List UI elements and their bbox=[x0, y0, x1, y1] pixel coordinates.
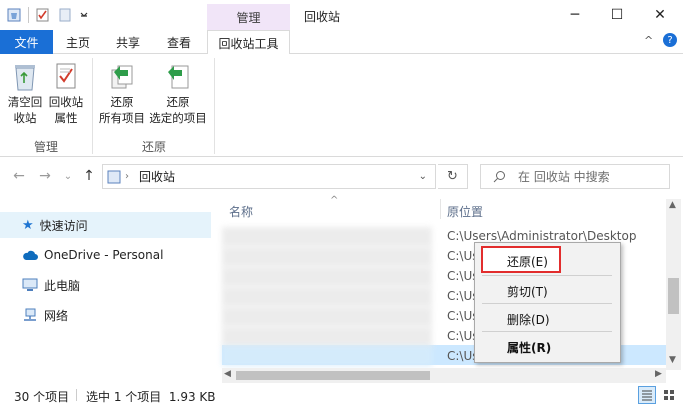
computer-icon bbox=[22, 278, 38, 291]
large-icons-view-icon bbox=[664, 390, 674, 400]
file-name-obscured[interactable] bbox=[222, 307, 432, 327]
file-name-obscured[interactable] bbox=[222, 327, 432, 347]
address-dropdown-chevron-icon[interactable]: ⌄ bbox=[419, 171, 427, 182]
column-divider[interactable] bbox=[440, 199, 441, 219]
horizontal-scroll-thumb[interactable] bbox=[236, 371, 430, 380]
empty-bin-label-line2: 收站 bbox=[13, 111, 37, 125]
toolbar-separator bbox=[28, 7, 29, 23]
tab-file[interactable]: 文件 bbox=[0, 30, 53, 54]
file-name-obscured[interactable] bbox=[222, 287, 432, 307]
group-label-restore: 还原 bbox=[142, 140, 167, 154]
star-icon: ★ bbox=[22, 217, 34, 233]
scroll-down-arrow-icon[interactable]: ▼ bbox=[669, 355, 676, 365]
restore-selected-icon bbox=[168, 65, 189, 89]
sidebar-item-onedrive[interactable]: OneDrive - Personal bbox=[0, 242, 211, 268]
tab-view[interactable]: 查看 bbox=[158, 30, 200, 54]
item-count: 30 个项目 bbox=[14, 390, 70, 404]
ribbon-group-separator bbox=[214, 58, 215, 154]
context-menu-delete[interactable]: 删除(D) bbox=[507, 311, 550, 328]
sidebar-item-quick-access[interactable]: ★ 快速访问 bbox=[0, 212, 211, 238]
sort-ascending-icon: ^ bbox=[330, 195, 339, 206]
ribbon-tab-row bbox=[0, 30, 683, 54]
file-name-obscured[interactable] bbox=[222, 267, 432, 287]
tab-home[interactable]: 主页 bbox=[58, 30, 98, 54]
restore-selected-label-line1: 还原 bbox=[166, 95, 190, 109]
context-menu-cut[interactable]: 剪切(T) bbox=[507, 283, 548, 300]
window-title: 回收站 bbox=[304, 10, 341, 24]
context-menu-properties[interactable]: 属性(R) bbox=[507, 339, 551, 356]
selection-info: 选中 1 个项目 1.93 KB bbox=[86, 390, 216, 404]
sidebar-item-network[interactable]: 网络 bbox=[0, 302, 211, 328]
context-menu-separator bbox=[482, 331, 612, 332]
search-input[interactable]: 在 回收站 中搜索 bbox=[480, 164, 670, 189]
restore-all-button[interactable]: 还原 所有项目 bbox=[97, 60, 147, 126]
breadcrumb-chevron-icon[interactable]: › bbox=[125, 171, 129, 182]
close-button[interactable]: ✕ bbox=[637, 0, 683, 30]
recent-locations-chevron-icon[interactable]: ⌄ bbox=[58, 166, 78, 186]
quick-access-toolbar bbox=[6, 6, 89, 24]
large-icons-view-button[interactable] bbox=[660, 386, 678, 404]
properties-icon bbox=[56, 63, 76, 89]
restore-selected-button[interactable]: 还原 选定的项目 bbox=[148, 60, 208, 126]
restore-all-icon bbox=[111, 65, 133, 89]
restore-selected-label-line2: 选定的项目 bbox=[149, 111, 207, 125]
tab-share[interactable]: 共享 bbox=[108, 30, 148, 54]
sidebar-item-label: 此电脑 bbox=[44, 278, 81, 293]
scroll-right-arrow-icon[interactable]: ▶ bbox=[655, 369, 662, 379]
sidebar-item-label: 网络 bbox=[44, 308, 69, 323]
maximize-button[interactable]: ☐ bbox=[594, 0, 640, 30]
recycle-bin-icon bbox=[107, 170, 121, 183]
up-arrow-icon[interactable]: ↑ bbox=[79, 166, 99, 186]
chevron-down-icon[interactable] bbox=[79, 7, 89, 23]
collapse-ribbon-icon[interactable]: ^ bbox=[644, 34, 653, 47]
help-icon[interactable]: ? bbox=[663, 33, 677, 47]
details-view-icon bbox=[642, 390, 652, 401]
sidebar-item-this-pc[interactable]: 此电脑 bbox=[0, 272, 211, 298]
restore-all-label-line2: 所有项目 bbox=[99, 111, 145, 125]
context-menu-separator bbox=[482, 275, 612, 276]
details-view-button[interactable] bbox=[638, 386, 656, 404]
column-header-location[interactable]: 原位置 bbox=[447, 203, 483, 220]
ribbon-group-separator bbox=[92, 58, 93, 154]
sidebar-item-label: 快速访问 bbox=[39, 218, 88, 233]
address-path: 回收站 bbox=[139, 170, 176, 184]
search-placeholder: 在 回收站 中搜索 bbox=[518, 170, 610, 184]
status-separator bbox=[76, 389, 77, 401]
network-icon bbox=[24, 308, 36, 321]
forward-arrow-icon[interactable]: → bbox=[35, 166, 55, 186]
restore-all-label-line1: 还原 bbox=[110, 95, 134, 109]
recycle-bin-icon bbox=[7, 8, 21, 22]
file-name-obscured[interactable] bbox=[222, 247, 432, 267]
empty-bin-label-line1: 清空回 bbox=[7, 95, 43, 109]
vertical-scroll-thumb[interactable] bbox=[668, 278, 679, 314]
address-bar[interactable]: › 回收站 ⌄ bbox=[102, 164, 436, 189]
context-menu-restore[interactable]: 还原(E) bbox=[507, 253, 548, 270]
search-icon bbox=[493, 171, 505, 183]
context-menu-separator bbox=[482, 303, 612, 304]
file-name-obscured[interactable] bbox=[222, 227, 432, 247]
refresh-icon: ↻ bbox=[447, 169, 458, 184]
properties-check-icon[interactable] bbox=[35, 7, 51, 23]
empty-bin-icon bbox=[15, 65, 35, 91]
bin-props-label-line1: 回收站 bbox=[48, 95, 84, 109]
file-name-obscured[interactable] bbox=[222, 346, 432, 366]
manage-context-tab-label: 管理 bbox=[207, 4, 290, 30]
group-label-manage: 管理 bbox=[34, 140, 59, 154]
empty-recycle-bin-button[interactable]: 清空回 收站 bbox=[6, 60, 44, 126]
scroll-up-arrow-icon[interactable]: ▲ bbox=[669, 200, 676, 210]
minimize-button[interactable]: ─ bbox=[552, 0, 598, 30]
bin-props-label-line2: 属性 bbox=[54, 111, 78, 125]
back-arrow-icon[interactable]: ← bbox=[9, 166, 29, 186]
new-folder-icon[interactable] bbox=[57, 7, 73, 23]
refresh-button[interactable]: ↻ bbox=[438, 164, 468, 189]
scroll-left-arrow-icon[interactable]: ◀ bbox=[224, 369, 231, 379]
sidebar-item-label: OneDrive - Personal bbox=[44, 248, 164, 262]
recycle-bin-properties-button[interactable]: 回收站 属性 bbox=[46, 60, 86, 126]
table-cell-location: C:\Users\Administrator\Desktop bbox=[447, 229, 637, 243]
column-header-name[interactable]: 名称 bbox=[229, 203, 253, 220]
tab-recycle-bin-tools[interactable]: 回收站工具 bbox=[207, 30, 290, 55]
cloud-icon bbox=[23, 250, 38, 260]
